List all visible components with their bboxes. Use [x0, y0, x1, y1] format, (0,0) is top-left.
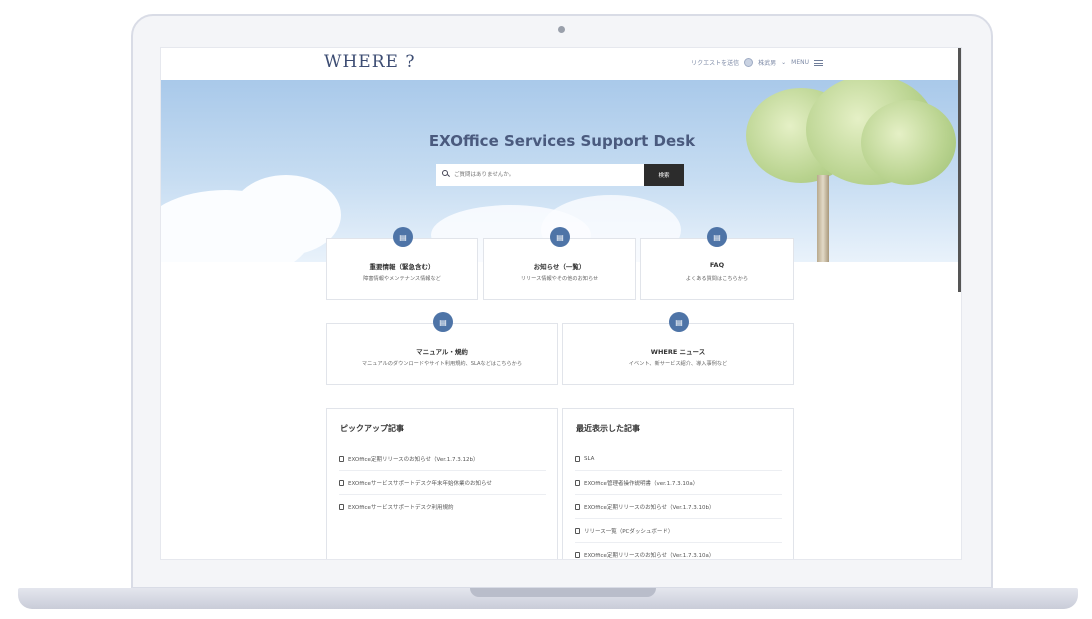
- laptop-base-notch: [470, 588, 656, 597]
- card-title: 重要情報（緊急含む）: [369, 263, 435, 271]
- document-icon: [575, 479, 580, 486]
- document-icon: [575, 527, 580, 534]
- document-stack-icon: ▤: [669, 312, 689, 332]
- card-description: リリース情報やその他のお知らせ: [520, 276, 599, 282]
- site-header: WHERE ? リクエストを送信 株武男 ⌄ MENU: [161, 48, 961, 80]
- document-stack-icon: ▤: [707, 227, 727, 247]
- recent-articles-panel: 最近表示した記事 SLA EXOffice管理者操作説明書（ver.1.7.3.…: [562, 408, 794, 559]
- list-item[interactable]: EXOffice定期リリースのお知らせ（Ver.1.7.3.10b）: [575, 495, 782, 519]
- card-description: 障害情報やメンテナンス情報など: [363, 276, 441, 282]
- cloud-decoration: [231, 175, 341, 255]
- card-title: お知らせ（一覧）: [533, 263, 586, 271]
- document-icon: [575, 503, 580, 510]
- request-link[interactable]: リクエストを送信: [691, 58, 739, 67]
- document-icon: [339, 479, 344, 486]
- list-item[interactable]: リリース一覧（PCダッシュボード）: [575, 519, 782, 543]
- document-stack-icon: ▤: [433, 312, 453, 332]
- card-title: WHERE ニュース: [650, 348, 706, 356]
- list-item[interactable]: EXOffice管理者操作説明書（ver.1.7.3.10a）: [575, 471, 782, 495]
- menu-label[interactable]: MENU: [791, 59, 809, 66]
- laptop-screen: WHERE ? リクエストを送信 株武男 ⌄ MENU EXOffice Ser…: [160, 47, 962, 560]
- chevron-down-icon[interactable]: ⌄: [781, 59, 786, 66]
- list-item[interactable]: EXOfficeサービスサポートデスク年末年始休業のお知らせ: [339, 471, 546, 495]
- page-scrollbar[interactable]: [958, 48, 961, 292]
- card-description: イベント、新サービス紹介、導入事例など: [628, 361, 728, 367]
- list-item[interactable]: EXOffice定期リリースのお知らせ（Ver.1.7.3.10a）: [575, 543, 782, 559]
- user-avatar-icon[interactable]: [744, 58, 754, 67]
- hamburger-icon[interactable]: [814, 59, 823, 66]
- recent-title: 最近表示した記事: [576, 424, 640, 433]
- document-icon: [339, 455, 344, 462]
- document-icon: [575, 455, 580, 462]
- search-icon: [442, 170, 448, 176]
- card-title: FAQ: [709, 261, 725, 269]
- document-stack-icon: ▤: [550, 227, 570, 247]
- document-icon: [339, 504, 344, 510]
- webcam: [558, 26, 565, 33]
- header-nav: リクエストを送信 株武男 ⌄ MENU: [691, 58, 823, 67]
- hero-title: EXOffice Services Support Desk: [428, 132, 696, 150]
- category-card-manual[interactable]: ▤ マニュアル・規約 マニュアルのダウンロードやサイト利用規約、SLAなどはこち…: [326, 312, 558, 385]
- list-item[interactable]: SLA: [575, 447, 782, 471]
- card-title: マニュアル・規約: [416, 348, 468, 356]
- document-stack-icon: ▤: [393, 227, 413, 247]
- document-icon: [575, 552, 580, 558]
- list-item[interactable]: EXOfficeサービスサポートデスク利用規約: [339, 495, 546, 519]
- category-card-faq[interactable]: ▤ FAQ よくある質問はこちらから: [640, 227, 794, 300]
- pickup-list: EXOffice定期リリースのお知らせ（Ver.1.7.3.12b） EXOff…: [339, 447, 546, 519]
- pickup-articles-panel: ピックアップ記事 EXOffice定期リリースのお知らせ（Ver.1.7.3.1…: [326, 408, 558, 559]
- pickup-title: ピックアップ記事: [340, 424, 404, 433]
- recent-list: SLA EXOffice管理者操作説明書（ver.1.7.3.10a） EXOf…: [575, 447, 782, 559]
- card-description: よくある質問はこちらから: [685, 276, 749, 282]
- category-card-news-list[interactable]: ▤ お知らせ（一覧） リリース情報やその他のお知らせ: [483, 227, 636, 300]
- category-card-important[interactable]: ▤ 重要情報（緊急含む） 障害情報やメンテナンス情報など: [326, 227, 478, 300]
- tree-trunk-decoration: [817, 175, 829, 262]
- search-button[interactable]: 検索: [644, 164, 684, 186]
- list-item[interactable]: EXOffice定期リリースのお知らせ（Ver.1.7.3.12b）: [339, 447, 546, 471]
- card-description: マニュアルのダウンロードやサイト利用規約、SLAなどはこちらから: [361, 361, 523, 367]
- category-card-where-news[interactable]: ▤ WHERE ニュース イベント、新サービス紹介、導入事例など: [562, 312, 794, 385]
- user-menu[interactable]: 株武男: [758, 58, 776, 67]
- search-bar: 検索: [436, 164, 684, 186]
- site-logo[interactable]: WHERE ?: [324, 52, 415, 72]
- search-input[interactable]: [436, 164, 644, 186]
